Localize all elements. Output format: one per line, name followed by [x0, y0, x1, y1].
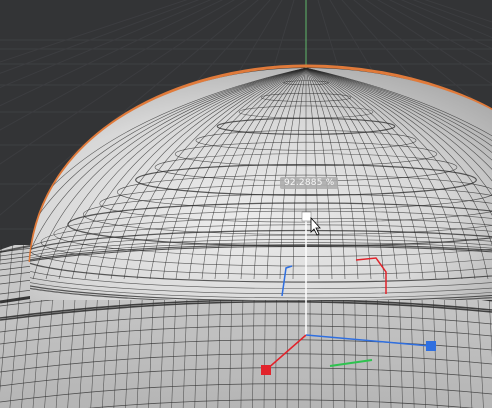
gizmo-z-handle[interactable] [426, 341, 436, 351]
gizmo-x-handle[interactable] [261, 365, 271, 375]
square-handle-icon[interactable] [301, 211, 312, 222]
3d-viewport[interactable]: 92.2885 % [0, 0, 492, 408]
scale-percentage-readout: 92.2885 % [280, 177, 339, 189]
viewport-scene[interactable] [0, 0, 492, 408]
mesh-dome[interactable] [0, 64, 492, 303]
